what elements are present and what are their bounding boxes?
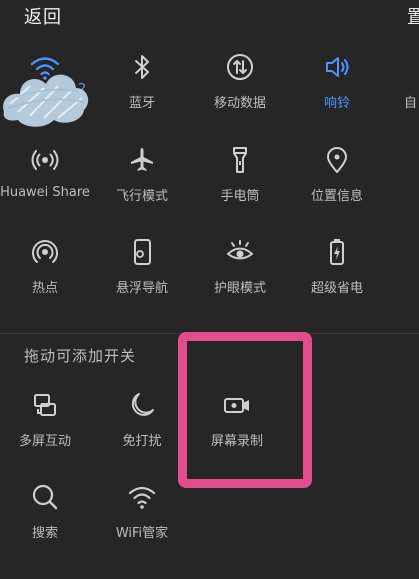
hotspot-icon bbox=[32, 240, 58, 263]
flashlight-icon bbox=[233, 147, 247, 173]
airplane-icon bbox=[131, 148, 153, 171]
tile-floating-nav[interactable]: 悬浮导航 bbox=[87, 237, 197, 296]
tile-airplane[interactable]: 飞行模式 bbox=[87, 145, 197, 204]
location-icon bbox=[327, 147, 347, 173]
settings-label-partial[interactable]: 置 bbox=[407, 3, 419, 29]
tile-mobile-data[interactable]: 移动数据 bbox=[185, 52, 295, 111]
tile-search[interactable]: 搜索 bbox=[0, 482, 100, 541]
tile-multi-screen[interactable]: 多屏互动 bbox=[0, 390, 100, 449]
tile-bluetooth-label: 蓝牙 bbox=[128, 96, 155, 111]
battery-saver-icon bbox=[330, 239, 344, 265]
header-bar: 返回 置 bbox=[0, 0, 419, 32]
wifi-manager-icon bbox=[128, 486, 156, 509]
drag-section-title: 拖动可添加开关 bbox=[24, 347, 137, 365]
bluetooth-icon bbox=[135, 55, 149, 79]
tile-airplane-label: 飞行模式 bbox=[115, 189, 168, 204]
floating-nav-icon bbox=[134, 239, 151, 265]
speaker-icon bbox=[326, 57, 349, 77]
tile-floating-nav-label: 悬浮导航 bbox=[115, 281, 168, 296]
tile-eye-comfort[interactable]: 护眼模式 bbox=[185, 237, 295, 296]
tile-location-label: 位置信息 bbox=[310, 189, 363, 204]
tile-mobile-data-label: 移动数据 bbox=[213, 96, 266, 111]
tile-auto-label: 自 bbox=[404, 96, 418, 111]
tile-huawei-share-label: Huawei Share bbox=[0, 185, 90, 200]
mobile-data-icon bbox=[227, 54, 253, 80]
tile-hotspot-label: 热点 bbox=[31, 281, 58, 296]
tile-wifi-manager-label: WiFi管家 bbox=[115, 526, 169, 541]
tile-location[interactable]: 位置信息 bbox=[282, 145, 392, 204]
tile-battery-saver[interactable]: 超级省电 bbox=[282, 237, 392, 296]
multi-screen-icon bbox=[34, 394, 56, 416]
search-icon bbox=[32, 484, 58, 510]
tile-battery-saver-label: 超级省电 bbox=[310, 281, 363, 296]
moon-icon bbox=[131, 393, 154, 416]
tile-flashlight[interactable]: 手电筒 bbox=[185, 145, 295, 204]
tile-search-label: 搜索 bbox=[31, 526, 58, 541]
back-button[interactable]: 返回 bbox=[24, 3, 62, 29]
tile-flashlight-label: 手电筒 bbox=[220, 189, 260, 204]
tile-eye-comfort-label: 护眼模式 bbox=[213, 281, 266, 296]
screen-record-highlight-box bbox=[178, 332, 312, 488]
tile-multi-screen-label: 多屏互动 bbox=[18, 434, 71, 449]
eye-icon bbox=[227, 240, 253, 260]
huawei-share-icon bbox=[31, 150, 59, 170]
tile-auto-partial[interactable]: 自 bbox=[360, 52, 419, 111]
redaction-scribble bbox=[3, 74, 89, 127]
tile-hotspot[interactable]: 热点 bbox=[0, 237, 100, 296]
tile-huawei-share[interactable]: Huawei Share bbox=[0, 145, 100, 200]
tile-bluetooth[interactable]: 蓝牙 bbox=[87, 52, 197, 111]
tile-wifi-manager[interactable]: WiFi管家 bbox=[87, 482, 197, 541]
